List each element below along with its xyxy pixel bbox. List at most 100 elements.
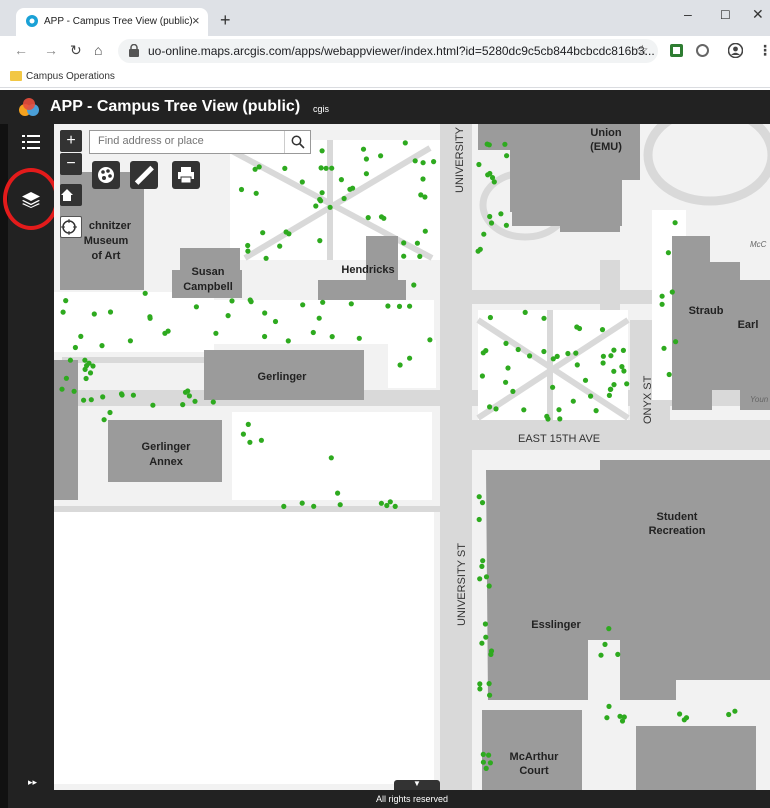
tree-point[interactable] [599,327,606,333]
tree-point[interactable] [620,347,627,353]
tree-point[interactable] [573,350,579,356]
tree-point[interactable] [82,357,88,363]
tree-point[interactable] [299,179,305,185]
tree-point[interactable] [488,648,495,654]
tree-point[interactable] [477,246,483,252]
tree-point[interactable] [130,392,136,398]
tree-point[interactable] [229,298,235,304]
tree-point[interactable] [150,402,156,408]
tree-point[interactable] [659,293,665,299]
tree-point[interactable] [245,421,251,427]
tree-point[interactable] [313,203,319,209]
new-tab-button[interactable]: + [220,10,231,31]
tree-point[interactable] [476,494,482,500]
tree-point[interactable] [503,379,509,385]
forward-arrow-icon[interactable]: → [44,42,58,58]
tree-point[interactable] [480,558,486,564]
tree-point[interactable] [611,382,617,388]
tree-point[interactable] [487,314,493,321]
tree-point[interactable] [260,230,266,236]
tree-point[interactable] [329,165,335,171]
map-view[interactable]: Union (EMU) chnitzer Museum of Art Susan… [54,124,770,790]
address-bar[interactable]: uo-online.maps.arcgis.com/apps/webappvie… [118,39,658,63]
tree-point[interactable] [619,364,625,370]
tree-point[interactable] [504,153,510,159]
search-button[interactable] [284,131,310,153]
tree-point[interactable] [67,357,73,363]
tree-point[interactable] [672,220,678,226]
tree-point[interactable] [285,338,291,344]
tree-point[interactable] [485,172,491,178]
tree-point[interactable] [606,392,613,398]
tree-point[interactable] [619,718,626,724]
tree-point[interactable] [328,455,334,461]
tree-point[interactable] [477,681,483,687]
tree-point[interactable] [480,751,486,758]
tree-point[interactable] [83,375,89,382]
tree-point[interactable] [282,165,288,171]
tree-point[interactable] [503,222,509,228]
tree-point[interactable] [258,437,264,443]
tree-point[interactable] [360,146,367,152]
tree-point[interactable] [600,360,606,366]
tree-point[interactable] [411,282,417,288]
tree-point[interactable] [510,388,516,394]
tree-point[interactable] [659,301,665,307]
tree-point[interactable] [483,574,490,580]
tree-point[interactable] [365,215,371,221]
tree-point[interactable] [225,313,231,319]
tree-point[interactable] [186,393,192,399]
tree-point[interactable] [71,388,77,394]
tree-point[interactable] [541,348,547,355]
tree-point[interactable] [479,500,486,506]
tree-point[interactable] [107,309,114,315]
tree-point[interactable] [402,140,408,146]
tree-point[interactable] [147,315,153,321]
tree-point[interactable] [107,409,113,416]
tree-point[interactable] [182,389,189,395]
basemap-gallery-button[interactable] [92,161,120,189]
tree-point[interactable] [522,309,528,315]
tree-point[interactable] [608,386,614,392]
legend-list-icon[interactable] [22,134,40,150]
tree-point[interactable] [247,439,253,445]
tree-point[interactable] [320,299,326,305]
tree-point[interactable] [78,333,84,339]
tree-point[interactable] [401,240,407,246]
tree-point[interactable] [604,715,610,721]
tree-point[interactable] [498,211,504,217]
tree-point[interactable] [90,363,96,369]
tree-point[interactable] [407,303,413,309]
tree-point[interactable] [521,407,527,413]
tree-point[interactable] [570,398,576,404]
tree-point[interactable] [323,165,329,171]
tree-point[interactable] [606,703,612,710]
tree-point[interactable] [550,356,556,362]
tree-point[interactable] [491,179,497,185]
tree-point[interactable] [384,502,390,509]
tree-point[interactable] [479,373,485,379]
tree-point[interactable] [317,238,323,244]
tree-point[interactable] [483,765,489,772]
tree-point[interactable] [732,708,738,714]
tree-point[interactable] [427,337,433,343]
tree-point[interactable] [310,329,316,336]
profile-icon[interactable] [728,43,743,58]
tree-point[interactable] [611,368,617,374]
tree-point[interactable] [283,229,289,235]
tree-point[interactable] [193,304,199,310]
tree-point[interactable] [63,375,69,381]
tree-point[interactable] [481,231,487,237]
tree-point[interactable] [677,711,683,717]
tree-point[interactable] [378,214,385,220]
tree-point[interactable] [392,503,398,509]
tree-point[interactable] [505,365,511,371]
tree-point[interactable] [479,563,485,570]
extension-icon[interactable] [670,44,683,57]
tree-point[interactable] [488,220,495,226]
reload-icon[interactable]: ↻ [70,42,82,59]
extension2-icon[interactable] [696,44,709,57]
tree-point[interactable] [165,328,171,334]
home-button[interactable] [60,184,82,206]
tree-point[interactable] [669,289,675,295]
